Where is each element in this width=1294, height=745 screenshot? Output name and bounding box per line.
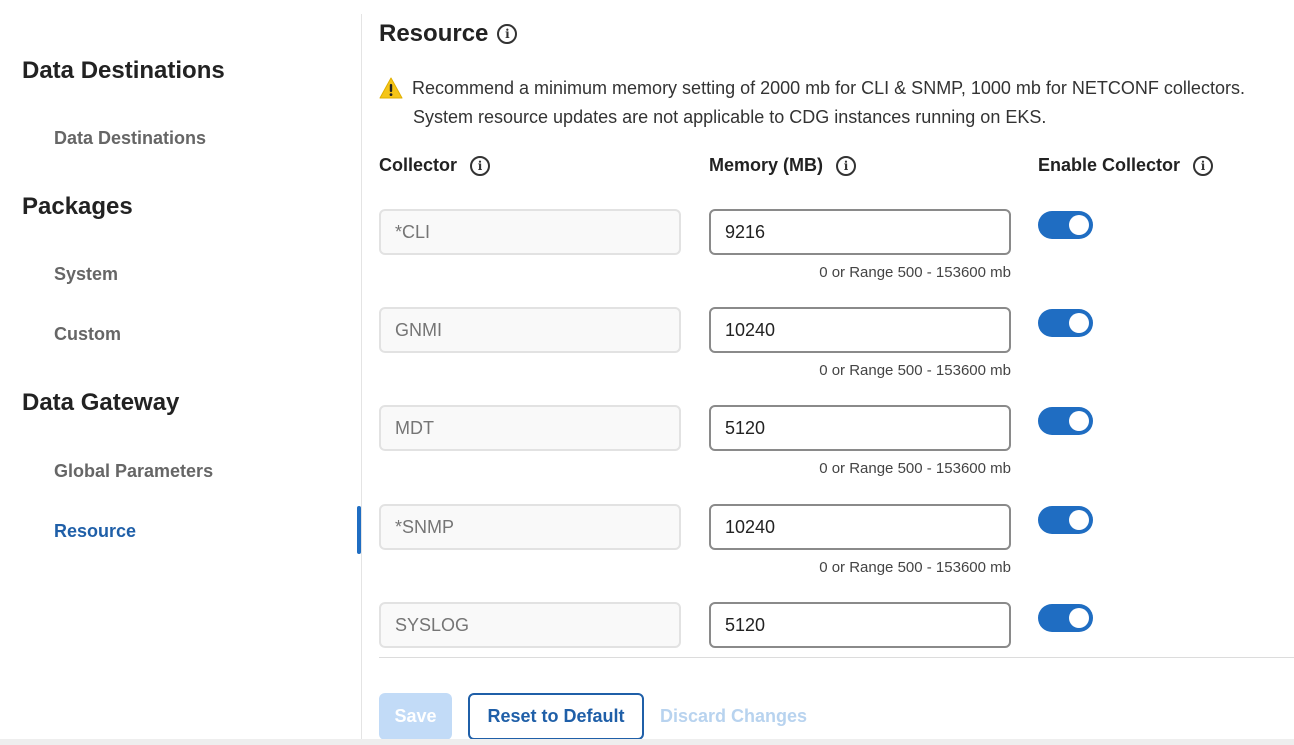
sidebar-item-system[interactable]: System: [54, 264, 118, 285]
enable-collector-toggle[interactable]: [1038, 407, 1093, 435]
reset-to-default-button[interactable]: Reset to Default: [468, 693, 644, 740]
memory-field[interactable]: [709, 405, 1011, 451]
info-icon[interactable]: i: [497, 24, 518, 44]
info-icon[interactable]: i: [470, 155, 491, 176]
page-title-text: Resource: [379, 20, 489, 47]
enable-collector-toggle[interactable]: [1038, 211, 1093, 239]
toggle-knob: [1069, 313, 1089, 333]
toggle-knob: [1069, 510, 1089, 530]
memory-field[interactable]: [709, 307, 1011, 353]
collector-row: 0 or Range 500 - 153600 mb: [379, 307, 1294, 397]
save-button[interactable]: Save: [379, 693, 452, 740]
collector-row: 0 or Range 500 - 153600 mb: [379, 405, 1294, 495]
toggle-knob: [1069, 411, 1089, 431]
divider: [379, 657, 1294, 658]
collector-row: 0 or Range 500 - 153600 mb: [379, 504, 1294, 594]
sidebar-item-resource[interactable]: Resource: [54, 521, 136, 542]
enable-collector-toggle[interactable]: [1038, 309, 1093, 337]
column-header-enable-label: Enable Collector: [1038, 155, 1181, 175]
warning-icon: [379, 77, 403, 99]
column-header-memory: Memory (MB) i: [709, 155, 857, 176]
column-header-memory-label: Memory (MB): [709, 155, 824, 175]
memory-range-hint: 0 or Range 500 - 153600 mb: [819, 559, 1011, 576]
resource-settings-page: Data Destinations Data Destinations Pack…: [0, 0, 1294, 745]
memory-range-hint: 0 or Range 500 - 153600 mb: [819, 460, 1011, 477]
toggle-knob: [1069, 608, 1089, 628]
collector-name-field: [379, 307, 681, 353]
collector-name-field: [379, 504, 681, 550]
sidebar-divider: [361, 14, 362, 739]
enable-collector-toggle[interactable]: [1038, 506, 1093, 534]
memory-range-hint: 0 or Range 500 - 153600 mb: [819, 264, 1011, 281]
sidebar-heading-data-gateway: Data Gateway: [22, 389, 180, 416]
column-header-collector: Collector i: [379, 155, 491, 176]
discard-changes-button[interactable]: Discard Changes: [660, 693, 810, 740]
sidebar-item-data-destinations[interactable]: Data Destinations: [54, 128, 206, 149]
info-icon[interactable]: i: [1193, 155, 1214, 176]
page-title: Resource i: [379, 20, 518, 48]
warning-text-line2: System resource updates are not applicab…: [413, 107, 1047, 127]
sidebar-heading-packages: Packages: [22, 193, 133, 220]
info-icon[interactable]: i: [836, 155, 857, 176]
memory-range-hint: 0 or Range 500 - 153600 mb: [819, 362, 1011, 379]
collector-name-field: [379, 602, 681, 648]
memory-field[interactable]: [709, 209, 1011, 255]
main-content: Resource i Recommend a minimum memory se…: [379, 0, 1294, 740]
memory-field[interactable]: [709, 504, 1011, 550]
enable-collector-toggle[interactable]: [1038, 604, 1093, 632]
sidebar-nav: Data Destinations Data Destinations Pack…: [0, 0, 362, 739]
memory-field[interactable]: [709, 602, 1011, 648]
toggle-knob: [1069, 215, 1089, 235]
collector-name-field: [379, 405, 681, 451]
sidebar-item-custom[interactable]: Custom: [54, 324, 121, 345]
collector-row: 0 or Range 500 - 153600 mb: [379, 209, 1294, 299]
column-header-collector-label: Collector: [379, 155, 458, 175]
collector-row: [379, 602, 1294, 692]
bottom-strip: [0, 739, 1294, 745]
collector-name-field: [379, 209, 681, 255]
column-header-enable: Enable Collector i: [1038, 155, 1214, 176]
sidebar-item-global-parameters[interactable]: Global Parameters: [54, 461, 213, 482]
sidebar-heading-data-destinations: Data Destinations: [22, 57, 225, 84]
warning-text-line1: Recommend a minimum memory setting of 20…: [412, 78, 1245, 98]
